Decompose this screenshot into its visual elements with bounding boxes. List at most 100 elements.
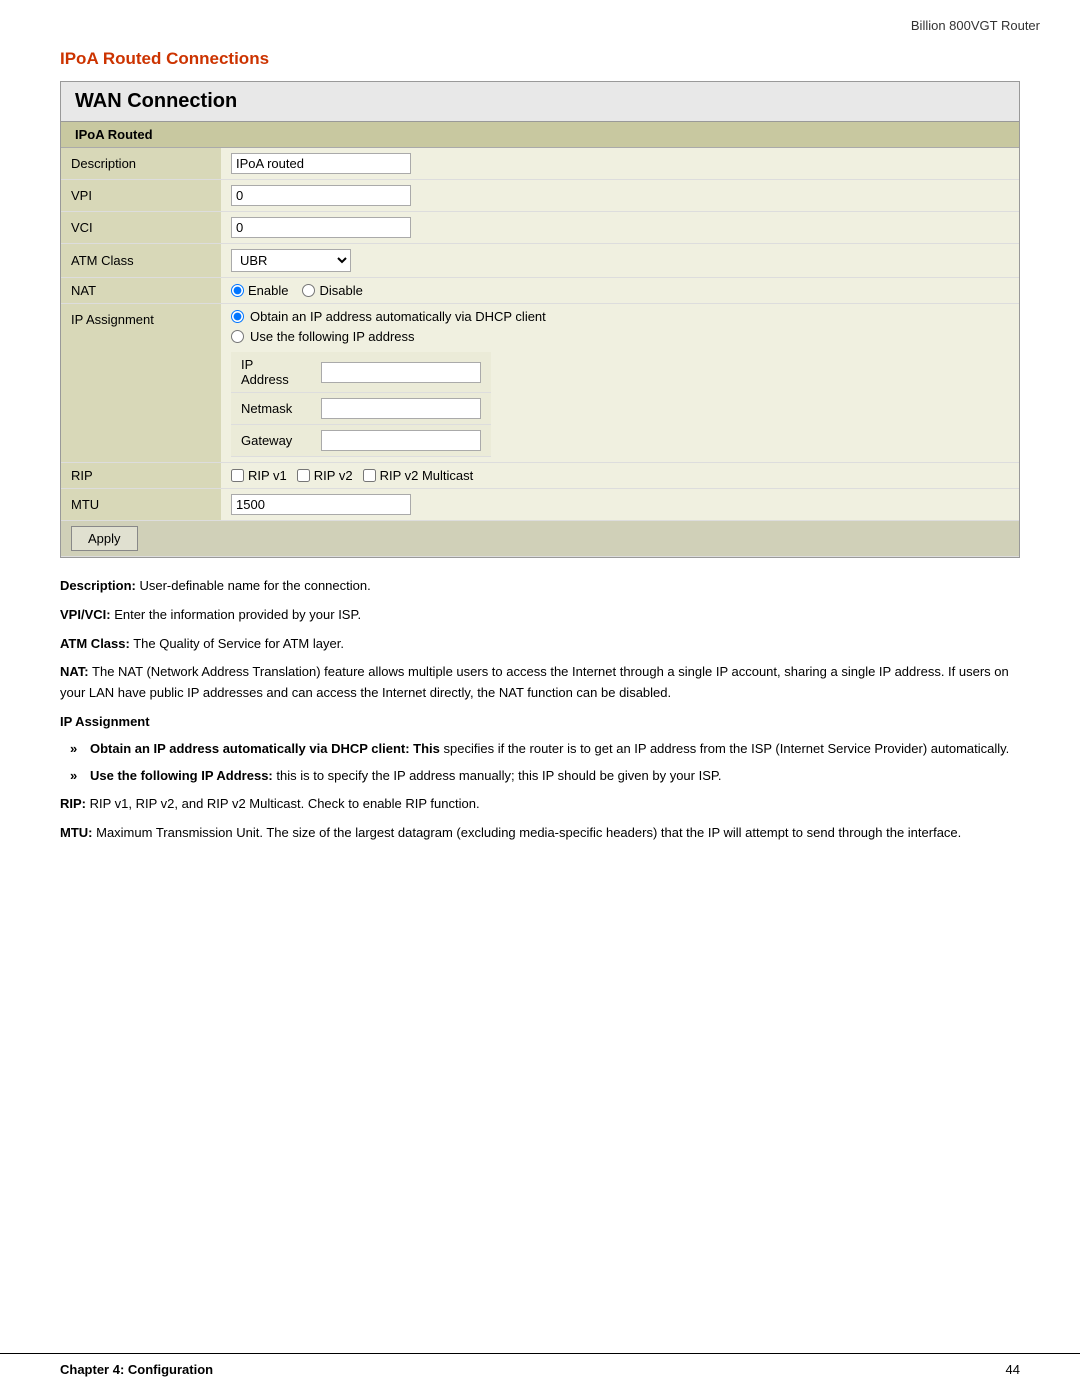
atm-class-label: ATM Class	[61, 244, 221, 278]
vpi-label: VPI	[61, 180, 221, 212]
gateway-cell	[311, 425, 491, 457]
desc-bold: Description:	[60, 578, 136, 593]
description-value-cell	[221, 148, 1019, 180]
gateway-label: Gateway	[231, 425, 311, 457]
atm-class-select[interactable]: UBR CBR VBR	[231, 249, 351, 272]
rip-v2-multicast-checkbox[interactable]	[363, 469, 376, 482]
ip-manual-label: Use the following IP address	[250, 329, 415, 344]
ip-bullet2-bold: Use the following IP Address:	[90, 768, 273, 783]
rip-row: RIP RIP v1 RIP v2 RIP v2 Mul	[61, 463, 1019, 489]
nat-disable-label[interactable]: Disable	[302, 283, 362, 298]
nat-para: NAT: The NAT (Network Address Translatio…	[60, 662, 1020, 704]
ip-sub-table: IP Address Netmask	[231, 352, 1009, 457]
nat-enable-radio[interactable]	[231, 284, 244, 297]
description-row: Description	[61, 148, 1019, 180]
footer-page-number: 44	[1006, 1362, 1020, 1377]
mtu-input[interactable]	[231, 494, 411, 515]
router-title: Billion 800VGT Router	[911, 18, 1040, 33]
ip-assignment-label: IP Assignment	[61, 304, 221, 463]
mtu-bold: MTU:	[60, 825, 93, 840]
nat-value-cell: Enable Disable	[221, 278, 1019, 304]
vci-label: VCI	[61, 212, 221, 244]
ip-bullet1: Obtain an IP address automatically via D…	[70, 739, 1020, 760]
ip-manual-row: Use the following IP address	[231, 329, 1009, 344]
ip-dhcp-label: Obtain an IP address automatically via D…	[250, 309, 546, 324]
ip-address-row: IP Address	[231, 352, 491, 393]
rip-v2-label[interactable]: RIP v2	[297, 468, 353, 483]
nat-label: NAT	[61, 278, 221, 304]
wan-connection-box: WAN Connection IPoA Routed Description V…	[60, 81, 1020, 558]
apply-button[interactable]: Apply	[71, 526, 138, 551]
nat-radio-group: Enable Disable	[231, 283, 1009, 298]
wan-connection-heading: WAN Connection	[75, 90, 1005, 113]
gateway-input[interactable]	[321, 430, 481, 451]
page-content: IPoA Routed Connections WAN Connection I…	[0, 39, 1080, 912]
nat-enable-label[interactable]: Enable	[231, 283, 288, 298]
nat-disable-text: Disable	[319, 283, 362, 298]
nat-enable-text: Enable	[248, 283, 288, 298]
vpi-value-cell	[221, 180, 1019, 212]
rip-para: RIP: RIP v1, RIP v2, and RIP v2 Multicas…	[60, 794, 1020, 815]
netmask-cell	[311, 393, 491, 425]
rip-v1-label[interactable]: RIP v1	[231, 468, 287, 483]
description-label: Description	[61, 148, 221, 180]
ip-dhcp-row: Obtain an IP address automatically via D…	[231, 309, 1009, 324]
netmask-label: Netmask	[231, 393, 311, 425]
ip-assignment-value-cell: Obtain an IP address automatically via D…	[221, 304, 1019, 463]
nat-row: NAT Enable Disable	[61, 278, 1019, 304]
ip-address-cell	[311, 352, 491, 393]
ip-bullet1-text: specifies if the router is to get an IP …	[440, 741, 1009, 756]
rip-v1-checkbox[interactable]	[231, 469, 244, 482]
ip-assignment-list: Obtain an IP address automatically via D…	[60, 739, 1020, 787]
nat-disable-radio[interactable]	[302, 284, 315, 297]
vpivci-text: Enter the information provided by your I…	[111, 607, 362, 622]
apply-row: Apply	[61, 521, 1019, 557]
gateway-row: Gateway	[231, 425, 491, 457]
rip-checkbox-group: RIP v1 RIP v2 RIP v2 Multicast	[231, 468, 1009, 483]
ip-block: Obtain an IP address automatically via D…	[231, 309, 1009, 457]
mtu-row: MTU	[61, 489, 1019, 521]
ip-fields-table: IP Address Netmask	[231, 352, 491, 457]
page-footer: Chapter 4: Configuration 44	[0, 1353, 1080, 1377]
atm-text: The Quality of Service for ATM layer.	[130, 636, 344, 651]
mtu-para: MTU: Maximum Transmission Unit. The size…	[60, 823, 1020, 844]
ip-bullet1-bold: Obtain an IP address automatically via D…	[90, 741, 440, 756]
vci-value-cell	[221, 212, 1019, 244]
rip-v2-multicast-label[interactable]: RIP v2 Multicast	[363, 468, 474, 483]
atm-bold: ATM Class:	[60, 636, 130, 651]
description-block: Description: User-definable name for the…	[60, 576, 1020, 844]
ip-assignment-row: IP Assignment Obtain an IP address autom…	[61, 304, 1019, 463]
ip-bullet2-text: this is to specify the IP address manual…	[273, 768, 722, 783]
rip-v2-text: RIP v2	[314, 468, 353, 483]
atm-class-row: ATM Class UBR CBR VBR	[61, 244, 1019, 278]
mtu-text: Maximum Transmission Unit. The size of t…	[93, 825, 962, 840]
apply-cell: Apply	[61, 521, 1019, 557]
rip-value-cell: RIP v1 RIP v2 RIP v2 Multicast	[221, 463, 1019, 489]
ip-address-label: IP Address	[231, 352, 311, 393]
vci-row: VCI	[61, 212, 1019, 244]
rip-text: RIP v1, RIP v2, and RIP v2 Multicast. Ch…	[86, 796, 480, 811]
footer-chapter: Chapter 4: Configuration	[60, 1362, 213, 1377]
vpivci-para: VPI/VCI: Enter the information provided …	[60, 605, 1020, 626]
vpi-row: VPI	[61, 180, 1019, 212]
mtu-label: MTU	[61, 489, 221, 521]
netmask-input[interactable]	[321, 398, 481, 419]
ip-dhcp-radio[interactable]	[231, 310, 244, 323]
ipoa-routed-header: IPoA Routed	[61, 122, 1019, 148]
ip-address-input[interactable]	[321, 362, 481, 383]
nat-bold: NAT:	[60, 664, 89, 679]
rip-bold: RIP:	[60, 796, 86, 811]
page-header: Billion 800VGT Router	[0, 0, 1080, 39]
section-title: IPoA Routed Connections	[60, 49, 1020, 69]
ip-assignment-heading: IP Assignment	[60, 712, 1020, 733]
atm-class-value-cell: UBR CBR VBR	[221, 244, 1019, 278]
wan-connection-header: WAN Connection	[61, 82, 1019, 122]
ip-manual-radio[interactable]	[231, 330, 244, 343]
desc-para: Description: User-definable name for the…	[60, 576, 1020, 597]
description-input[interactable]	[231, 153, 411, 174]
desc-text: User-definable name for the connection.	[136, 578, 371, 593]
vci-input[interactable]	[231, 217, 411, 238]
rip-v2-checkbox[interactable]	[297, 469, 310, 482]
rip-v2-multicast-text: RIP v2 Multicast	[380, 468, 474, 483]
vpi-input[interactable]	[231, 185, 411, 206]
